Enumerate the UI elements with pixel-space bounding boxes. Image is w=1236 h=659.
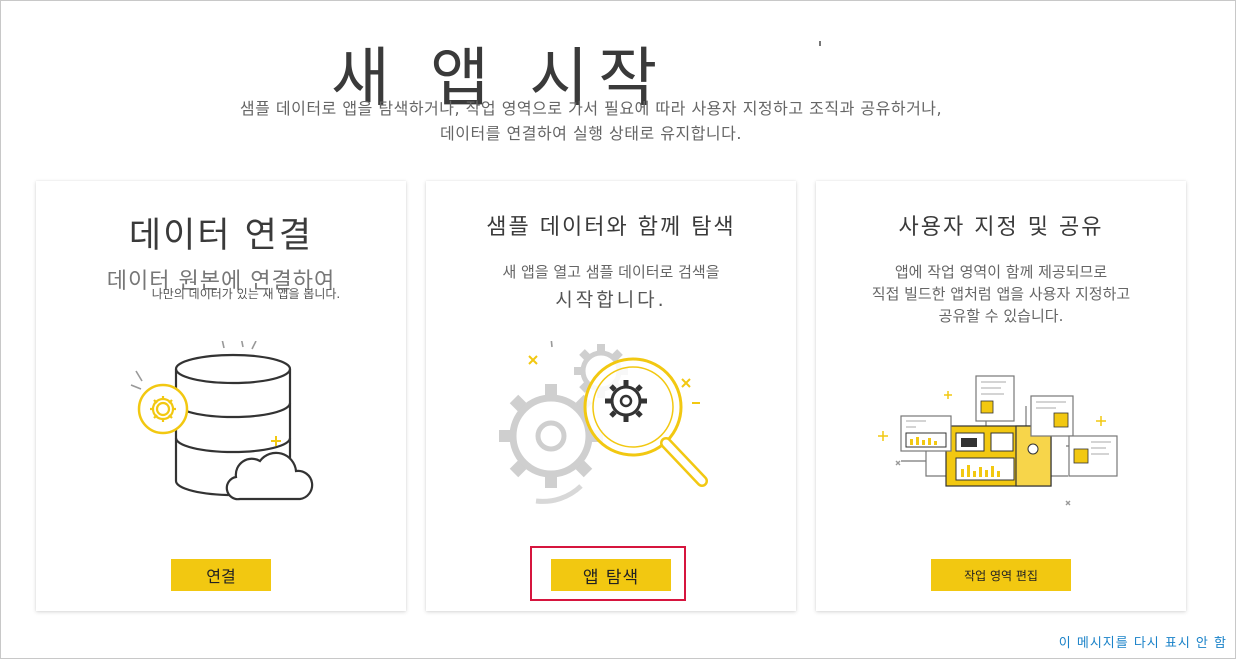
app-start-dialog: 새 앱 시작 샘플 데이터로 앱을 탐색하거나, 작업 영역으로 가서 필요에 … (0, 0, 1236, 659)
edit-workspace-button[interactable]: 작업 영역 편집 (931, 559, 1071, 591)
subtitle-line-2: 데이터를 연결하여 실행 상태로 유지합니다. (440, 124, 742, 143)
magnifier-gears-icon (499, 341, 708, 504)
dashboard-tiles-icon (878, 375, 1118, 506)
card-connect-data: 데이터 연결 데이터 원본에 연결하여 나만의 데이터가 있는 새 앱을 봅니다… (36, 181, 406, 611)
card-description-line-1: 앱에 작업 영역이 함께 제공되므로 (894, 263, 1108, 281)
explore-app-button[interactable]: 앱 탐색 (551, 559, 671, 591)
database-cloud-gear-icon (130, 341, 314, 501)
page-subtitle: 샘플 데이터로 앱을 탐색하거나, 작업 영역으로 가서 필요에 따라 사용자 … (81, 96, 1101, 146)
card-description-line-3: 공유할 수 있습니다. (938, 307, 1064, 325)
card-title: 데이터 연결 (128, 216, 314, 256)
artifact-mark (819, 41, 821, 46)
card-description-line-2: 시작합니다. (555, 289, 667, 311)
card-description-line-2: 직접 빌드한 앱처럼 앱을 사용자 지정하고 (871, 285, 1131, 303)
connect-button[interactable]: 연결 (171, 559, 271, 591)
card-title: 샘플 데이터와 함께 탐색 (486, 215, 736, 240)
card-description-line-2: 나만의 데이터가 있는 새 앱을 봅니다. (151, 287, 341, 301)
dismiss-message-link[interactable]: 이 메시지를 다시 표시 안 함 (1059, 632, 1227, 651)
subtitle-line-1: 샘플 데이터로 앱을 탐색하거나, 작업 영역으로 가서 필요에 따라 사용자 … (239, 99, 943, 118)
card-description: 앱에 작업 영역이 함께 제공되므로 직접 빌드한 앱처럼 앱을 사용자 지정하… (826, 261, 1176, 327)
card-explore-sample: 샘플 데이터와 함께 탐색 새 앱을 열고 샘플 데이터로 검색을 시작합니다. (426, 181, 796, 611)
card-customize-share: 사용자 지정 및 공유 앱에 작업 영역이 함께 제공되므로 직접 빌드한 앱처… (816, 181, 1186, 611)
card-description-line-1: 새 앱을 열고 샘플 데이터로 검색을 (502, 263, 720, 281)
card-title: 사용자 지정 및 공유 (898, 215, 1104, 240)
